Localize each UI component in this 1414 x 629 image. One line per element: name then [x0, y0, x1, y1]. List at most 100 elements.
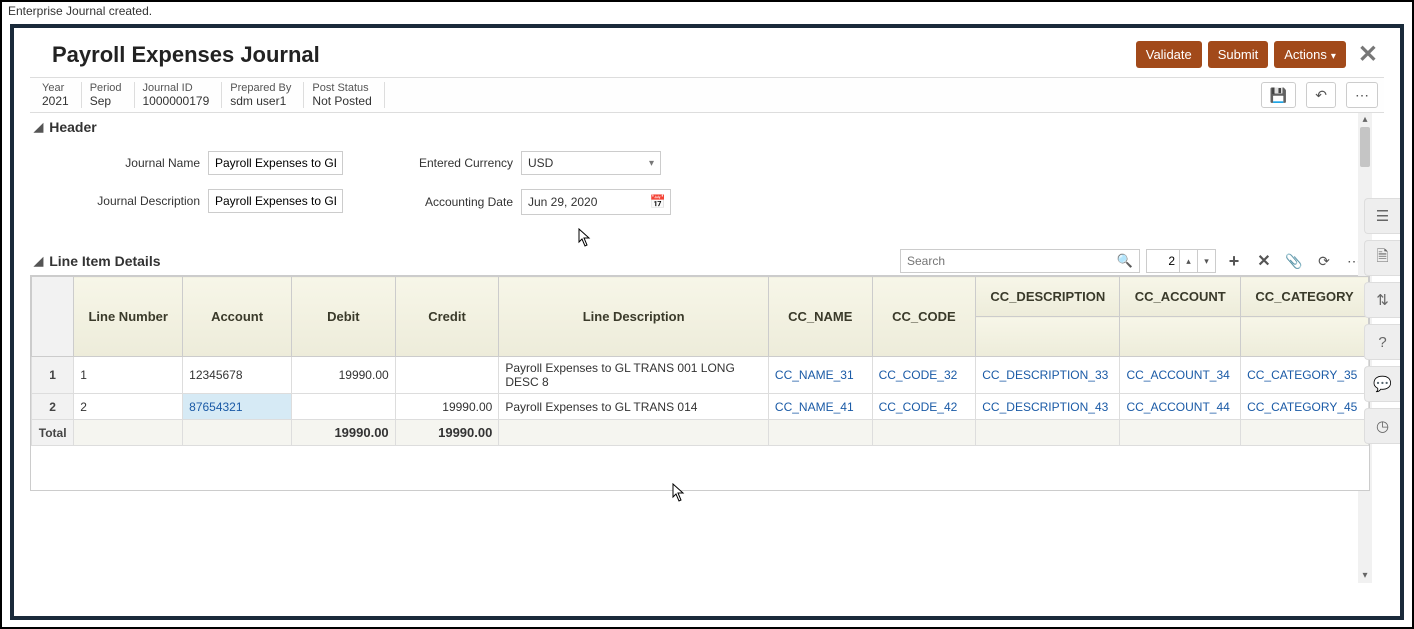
goto-row-spinner[interactable]: ▴ ▾: [1146, 249, 1216, 273]
accounting-date-input[interactable]: Jun 29, 2020 📅: [521, 189, 671, 215]
meta-preparedby-label: Prepared By: [230, 82, 291, 94]
meta-poststatus-label: Post Status: [312, 82, 371, 94]
ccdesc-cell[interactable]: CC_DESCRIPTION_33: [976, 357, 1120, 394]
activity-icon[interactable]: ☰: [1364, 198, 1400, 234]
search-icon[interactable]: 🔍: [1111, 253, 1139, 269]
meta-bar: Year 2021 Period Sep Journal ID 10000001…: [30, 77, 1384, 113]
meta-poststatus-value: Not Posted: [312, 94, 371, 108]
save-icon[interactable]: 💾: [1261, 82, 1296, 108]
cccat-cell[interactable]: CC_CATEGORY_35: [1241, 357, 1369, 394]
ccdesc-cell[interactable]: CC_DESCRIPTION_43: [976, 394, 1120, 420]
col-debit[interactable]: Debit: [292, 277, 396, 357]
account-cell[interactable]: 87654321: [183, 394, 292, 420]
debit-cell[interactable]: 19990.00: [292, 357, 396, 394]
search-input[interactable]: [901, 250, 1111, 272]
scroll-down-icon[interactable]: ▾: [1358, 569, 1372, 583]
account-cell[interactable]: 12345678: [183, 357, 292, 394]
col-cccat[interactable]: CC_CATEGORY: [1241, 277, 1369, 317]
meta-period-label: Period: [90, 82, 122, 94]
delete-row-icon[interactable]: ✕: [1252, 249, 1276, 273]
cccat-cell[interactable]: CC_CATEGORY_45: [1241, 394, 1369, 420]
total-label-cell: Total: [32, 420, 74, 446]
scroll-thumb[interactable]: [1360, 127, 1370, 167]
meta-period-value: Sep: [90, 94, 122, 108]
meta-year-label: Year: [42, 82, 69, 94]
actions-button[interactable]: Actions: [1274, 41, 1346, 68]
side-toolbar: ☰ 🗎 ⇅ ? 💬 ◷: [1364, 198, 1400, 444]
close-icon[interactable]: ✕: [1352, 40, 1384, 69]
header-section-toggle[interactable]: ◢ Header: [30, 113, 1370, 141]
col-rownum: [32, 277, 74, 357]
header-section-label: Header: [49, 119, 96, 135]
search-box[interactable]: 🔍: [900, 249, 1140, 273]
accounting-date-label: Accounting Date: [403, 195, 513, 209]
more-icon[interactable]: ⋯: [1346, 82, 1378, 108]
help-icon[interactable]: ?: [1364, 324, 1400, 360]
status-message: Enterprise Journal created.: [2, 2, 1412, 20]
total-debit: 19990.00: [292, 420, 396, 446]
meta-journal-id-label: Journal ID: [143, 82, 210, 94]
spin-up-icon[interactable]: ▴: [1179, 249, 1197, 273]
lineitems-section-toggle[interactable]: ◢ Line Item Details: [34, 253, 161, 269]
col-cccode[interactable]: CC_CODE: [872, 277, 976, 357]
credit-cell[interactable]: [395, 357, 499, 394]
spin-down-icon[interactable]: ▾: [1197, 249, 1215, 273]
cccode-cell[interactable]: CC_CODE_32: [872, 357, 976, 394]
col-account[interactable]: Account: [183, 277, 292, 357]
submit-button[interactable]: Submit: [1208, 41, 1268, 68]
ccname-cell[interactable]: CC_NAME_41: [768, 394, 872, 420]
journal-name-input[interactable]: [208, 151, 343, 175]
caret-down-icon: ◢: [34, 120, 43, 134]
col-ccacct-sub: [1120, 317, 1241, 357]
scroll-up-icon[interactable]: ▴: [1358, 113, 1372, 127]
page-title: Payroll Expenses Journal: [52, 42, 320, 68]
col-ccdesc[interactable]: CC_DESCRIPTION: [976, 277, 1120, 317]
validate-button[interactable]: Validate: [1136, 41, 1202, 68]
meta-journal-id-value: 1000000179: [143, 94, 210, 108]
linedesc-cell[interactable]: Payroll Expenses to GL TRANS 014: [499, 394, 769, 420]
entered-currency-value: USD: [528, 156, 553, 170]
goto-row-input[interactable]: [1147, 250, 1179, 272]
credit-cell[interactable]: 19990.00: [395, 394, 499, 420]
cccode-cell[interactable]: CC_CODE_42: [872, 394, 976, 420]
ccacct-cell[interactable]: CC_ACCOUNT_34: [1120, 357, 1241, 394]
document-icon[interactable]: 🗎: [1364, 240, 1400, 276]
ccname-cell[interactable]: CC_NAME_31: [768, 357, 872, 394]
accounting-date-value: Jun 29, 2020: [528, 195, 597, 209]
attach-icon[interactable]: 📎: [1282, 249, 1306, 273]
col-cccat-sub: [1241, 317, 1369, 357]
caret-down-icon: ◢: [34, 254, 43, 268]
col-linenumber[interactable]: Line Number: [74, 277, 183, 357]
journal-desc-label: Journal Description: [70, 194, 200, 208]
chevron-down-icon: ▾: [649, 158, 654, 169]
col-ccname[interactable]: CC_NAME: [768, 277, 872, 357]
refresh-icon[interactable]: ⟳: [1312, 249, 1336, 273]
lineitems-section-label: Line Item Details: [49, 253, 160, 269]
total-credit: 19990.00: [395, 420, 499, 446]
col-linedesc[interactable]: Line Description: [499, 277, 769, 357]
table-row[interactable]: 2 2 87654321 19990.00 Payroll Expenses t…: [32, 394, 1369, 420]
entered-currency-label: Entered Currency: [403, 156, 513, 170]
col-ccacct[interactable]: CC_ACCOUNT: [1120, 277, 1241, 317]
calendar-icon[interactable]: 📅: [650, 194, 666, 210]
undo-icon[interactable]: ↶: [1306, 82, 1336, 108]
ccacct-cell[interactable]: CC_ACCOUNT_44: [1120, 394, 1241, 420]
comments-icon[interactable]: 💬: [1364, 366, 1400, 402]
add-row-icon[interactable]: +: [1222, 249, 1246, 273]
rownum-cell[interactable]: 2: [32, 394, 74, 420]
journal-desc-input[interactable]: [208, 189, 343, 213]
linenumber-cell[interactable]: 1: [74, 357, 183, 394]
linedesc-cell[interactable]: Payroll Expenses to GL TRANS 001 LONG DE…: [499, 357, 769, 394]
meta-preparedby-value: sdm user1: [230, 94, 291, 108]
clock-icon[interactable]: ◷: [1364, 408, 1400, 444]
totals-row: Total 19990.00 19990.00: [32, 420, 1369, 446]
table-row[interactable]: 1 1 12345678 19990.00 Payroll Expenses t…: [32, 357, 1369, 394]
line-items-table: Line Number Account Debit Credit Line De…: [30, 276, 1370, 491]
rownum-cell[interactable]: 1: [32, 357, 74, 394]
col-credit[interactable]: Credit: [395, 277, 499, 357]
linenumber-cell[interactable]: 2: [74, 394, 183, 420]
hierarchy-icon[interactable]: ⇅: [1364, 282, 1400, 318]
debit-cell[interactable]: [292, 394, 396, 420]
entered-currency-select[interactable]: USD ▾: [521, 151, 661, 175]
col-ccdesc-sub: [976, 317, 1120, 357]
